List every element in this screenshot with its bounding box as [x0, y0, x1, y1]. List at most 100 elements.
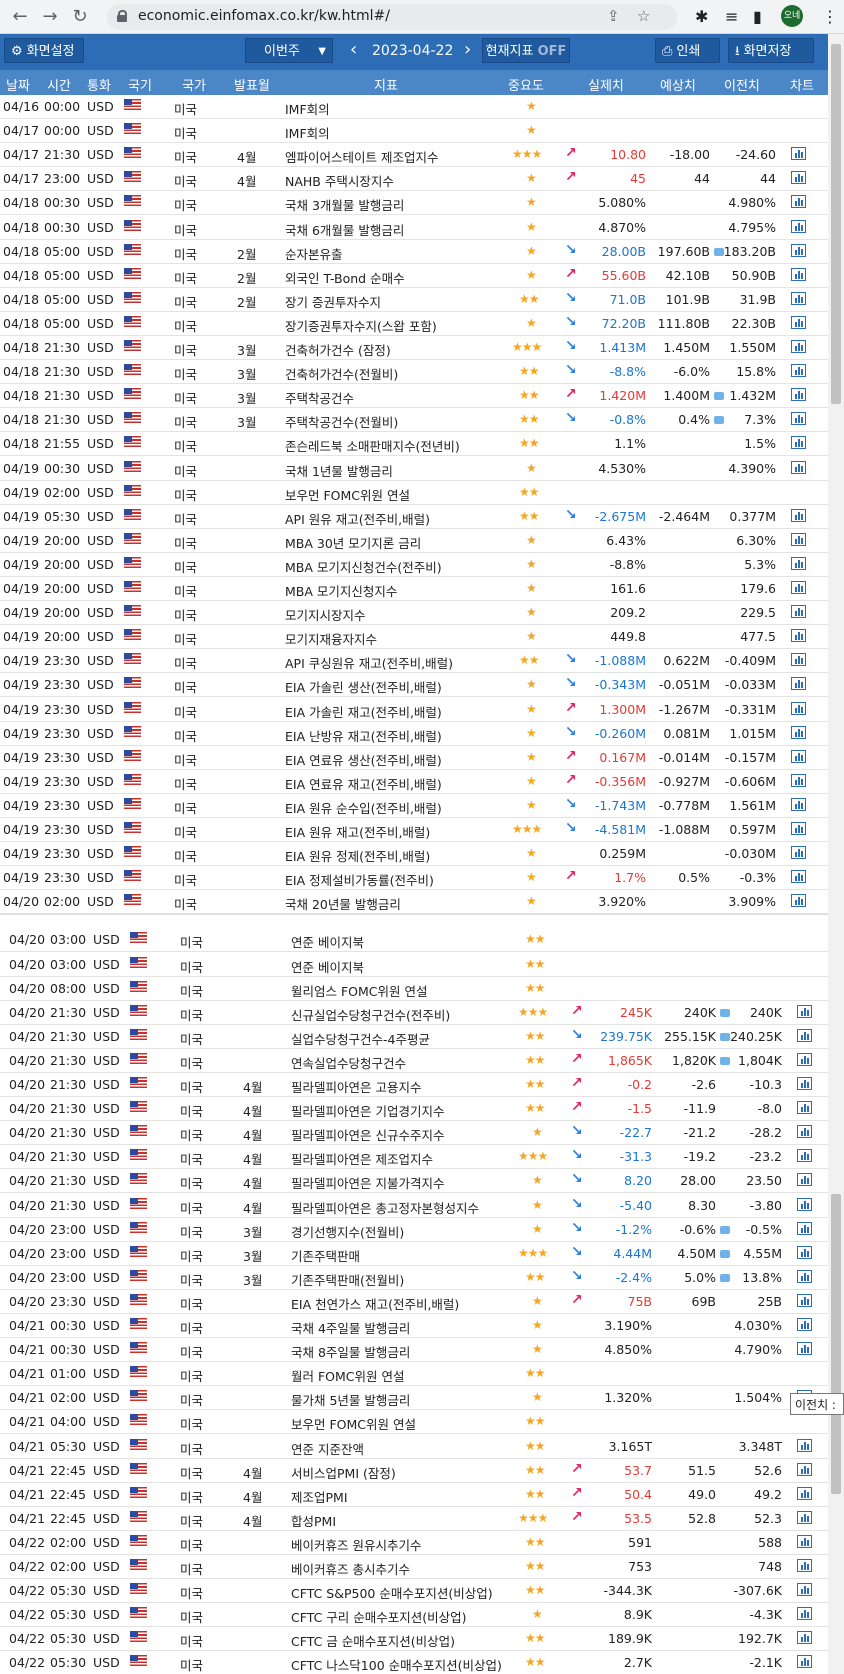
chart-icon[interactable] [797, 1028, 812, 1042]
col-date[interactable]: 날짜 [6, 75, 30, 94]
chart-icon[interactable] [791, 219, 806, 233]
table-row[interactable]: 04/16 00:00 USD 미국 IMF회의 ★ [0, 95, 828, 119]
chart-icon[interactable] [791, 894, 806, 908]
table-row[interactable]: 04/19 23:30 USD 미국 API 쿠싱원유 재고(전주비,배럴) ★★ ↘ -1.… [0, 649, 828, 674]
chart-icon[interactable] [791, 629, 806, 643]
table-row[interactable]: 04/20 21:30 USD 미국 연속실업수당청구건수 ★★ ↗ 1,865K 1,820K… [0, 1049, 828, 1073]
table-row[interactable]: 04/20 21:30 USD 미국 4월 필라델피아연은 기업경기지수 ★★ ↗ -1.5 -1… [0, 1097, 828, 1122]
back-icon[interactable]: ← [8, 6, 32, 28]
chart-icon[interactable] [791, 436, 806, 450]
chart-icon[interactable] [791, 605, 806, 619]
share-icon[interactable]: ⇪ [607, 7, 620, 25]
comment-bubble-icon[interactable] [720, 1249, 730, 1258]
table-row[interactable]: 04/18 21:55 USD 미국 존슨레드북 소매판매지수(전년비) ★★ 1.1% 1.… [0, 432, 828, 457]
col-actual[interactable]: 실제치 [588, 75, 624, 94]
table-row[interactable]: 04/17 00:00 USD 미국 IMF회의 ★ [0, 119, 828, 144]
comment-bubble-icon[interactable] [720, 1273, 730, 1282]
col-chart[interactable]: 차트 [790, 75, 814, 94]
col-time[interactable]: 시간 [47, 75, 71, 94]
table-row[interactable]: 04/19 20:00 USD 미국 MBA 모기지신청건수(전주비) ★ -8.8% 5.3… [0, 553, 828, 577]
table-row[interactable]: 04/21 04:00 USD 미국 보우먼 FOMC위원 연설 ★★ [0, 1410, 828, 1435]
table-row[interactable]: 04/19 23:30 USD 미국 EIA 원유 순수입(전주비,배럴) ★ ↘ -1.74… [0, 794, 828, 818]
side-panel-icon[interactable]: ▮ [753, 7, 762, 26]
chart-icon[interactable] [797, 1269, 812, 1283]
chart-icon[interactable] [797, 1462, 812, 1476]
table-row[interactable]: 04/19 20:00 USD 미국 모기지시장지수 ★ 209.2 229.5 [0, 601, 828, 626]
table-row[interactable]: 04/21 05:30 USD 미국 연준 지준잔액 ★★ 3.165T 3.348T [0, 1435, 828, 1459]
chart-icon[interactable] [791, 243, 806, 257]
next-date-button[interactable]: › [464, 40, 471, 60]
menu-icon[interactable]: ⋮ [822, 7, 838, 26]
chart-icon[interactable] [791, 749, 806, 763]
table-row[interactable]: 04/20 23:00 USD 미국 3월 경기선행지수(전월비) ★ ↘ -1.2% -0.6%… [0, 1218, 828, 1242]
table-row[interactable]: 04/18 21:30 USD 미국 3월 건축허가건수(전월비) ★★ ↘ -8.8% -6.0… [0, 360, 828, 385]
table-row[interactable]: 04/19 20:00 USD 미국 모기지재융자지수 ★ 449.8 477.5 [0, 625, 828, 650]
table-row[interactable]: 04/22 05:30 USD 미국 CFTC S&P500 순매수포지션(비상업) ★★… [0, 1579, 828, 1604]
table-row[interactable]: 04/19 00:30 USD 미국 국채 1년물 발행금리 ★ 4.530% 4.390% [0, 457, 828, 481]
table-row[interactable]: 04/20 21:30 USD 미국 실업수당청구건수-4주평균 ★★ ↘ 239.75K 25… [0, 1025, 828, 1049]
extensions-icon[interactable]: ✱ [695, 7, 708, 26]
chart-icon[interactable] [791, 195, 806, 209]
chart-icon[interactable] [797, 1342, 812, 1356]
chart-icon[interactable] [791, 556, 806, 570]
table-row[interactable]: 04/18 05:00 USD 미국 장기증권투자수지(스왑 포함) ★ ↘ 72.20B 11… [0, 312, 828, 336]
table-row[interactable]: 04/21 01:00 USD 미국 월러 FOMC위원 연설 ★★ [0, 1362, 828, 1387]
chart-icon[interactable] [797, 1125, 812, 1139]
chart-icon[interactable] [791, 171, 806, 185]
comment-bubble-icon[interactable] [720, 1032, 730, 1041]
chart-icon[interactable] [791, 581, 806, 594]
chart-icon[interactable] [797, 1486, 812, 1500]
profile-avatar[interactable]: 오네 [781, 5, 803, 27]
comment-bubble-icon[interactable] [714, 247, 724, 256]
table-row[interactable]: 04/22 05:30 USD 미국 CFTC 나스닥100 순매수포지션(비상업) ★★… [0, 1651, 828, 1674]
table-row[interactable]: 04/18 05:00 USD 미국 2월 외국인 T-Bond 순매수 ★ ↗ 55.60B 4… [0, 264, 828, 288]
table-row[interactable]: 04/20 23:00 USD 미국 3월 기존주택판매(전월비) ★★ ↘ -2.4% 5.0%… [0, 1266, 828, 1290]
scroll-thumb[interactable] [831, 44, 841, 404]
table-row[interactable]: 04/18 05:00 USD 미국 2월 장기 증권투자수지 ★★ ↘ 71.0B 101.9B… [0, 288, 828, 312]
table-row[interactable]: 04/18 00:30 USD 미국 국채 3개월물 발행금리 ★ 5.080% 4.980% [0, 191, 828, 216]
table-row[interactable]: 04/19 23:30 USD 미국 EIA 원유 재고(전주비,배럴) ★★★ ↘ -4.5… [0, 818, 828, 842]
comment-bubble-icon[interactable] [714, 416, 724, 425]
table-row[interactable]: 04/20 21:30 USD 미국 4월 필라델피아연은 고용지수 ★★ ↗ -0.2 -2.6… [0, 1073, 828, 1097]
chart-icon[interactable] [791, 822, 806, 835]
table-row[interactable]: 04/19 02:00 USD 미국 보우먼 FOMC위원 연설 ★★ [0, 481, 828, 505]
chart-icon[interactable] [797, 1173, 812, 1187]
chart-icon[interactable] [797, 1607, 812, 1621]
table-row[interactable]: 04/19 20:00 USD 미국 MBA 30년 모기지론 금리 ★ 6.43% 6.30… [0, 529, 828, 553]
chart-icon[interactable] [791, 508, 806, 522]
chart-icon[interactable] [797, 1559, 812, 1572]
chart-icon[interactable] [797, 1221, 812, 1235]
comment-bubble-icon[interactable] [720, 1225, 730, 1234]
chart-icon[interactable] [791, 797, 806, 811]
table-row[interactable]: 04/20 08:00 USD 미국 윌리엄스 FOMC위원 연설 ★★ [0, 977, 828, 1001]
table-row[interactable]: 04/17 21:30 USD 미국 4월 엠파이어스테이트 제조업지수 ★★★ ↗ 10.80… [0, 143, 828, 168]
table-row[interactable]: 04/21 22:45 USD 미국 4월 서비스업PMI (잠정) ★★ ↗ 53.7 51.5… [0, 1459, 828, 1483]
table-row[interactable]: 04/19 20:00 USD 미국 MBA 모기지신청지수 ★ 161.6 179.6 [0, 577, 828, 601]
current-indicator-toggle[interactable]: 현재지표 OFF [482, 38, 570, 63]
chart-icon[interactable] [791, 267, 806, 281]
vertical-scrollbar[interactable] [828, 34, 844, 1674]
chart-icon[interactable] [797, 1197, 812, 1211]
col-previous[interactable]: 이전치 [724, 75, 760, 94]
chart-icon[interactable] [791, 460, 806, 474]
chart-icon[interactable] [797, 1004, 812, 1018]
table-row[interactable]: 04/20 21:30 USD 미국 4월 필라델피아연은 제조업지수 ★★★ ↘ -31.3 -… [0, 1145, 828, 1170]
table-row[interactable]: 04/19 23:30 USD 미국 EIA 난방유 재고(전주비,배럴) ★ ↘ -0.26… [0, 722, 828, 746]
chart-icon[interactable] [791, 725, 806, 739]
table-row[interactable]: 04/18 21:30 USD 미국 3월 건축허가건수 (잠정) ★★★ ↘ 1.413M 1.… [0, 336, 828, 360]
chart-icon[interactable] [791, 412, 806, 426]
table-row[interactable]: 04/21 00:30 USD 미국 국채 8주일물 발행금리 ★ 4.850% 4.790% [0, 1338, 828, 1363]
table-row[interactable]: 04/20 21:30 USD 미국 신규실업수당청구건수(전주비) ★★★ ↗ 245K 24… [0, 1001, 828, 1025]
table-row[interactable]: 04/19 23:30 USD 미국 EIA 연료유 생산(전주비,배럴) ★ ↗ 0.167… [0, 746, 828, 770]
chart-icon[interactable] [797, 1149, 812, 1163]
table-row[interactable]: 04/19 23:30 USD 미국 EIA 원유 정제(전주비,배럴) ★ 0.259M -… [0, 842, 828, 867]
chart-icon[interactable] [791, 677, 806, 691]
scroll-thumb[interactable] [831, 1194, 841, 1494]
chart-icon[interactable] [797, 1583, 812, 1597]
table-row[interactable]: 04/20 03:00 USD 미국 연준 베이지북 ★★ [0, 928, 828, 953]
chart-icon[interactable] [791, 388, 806, 402]
chart-icon[interactable] [797, 1245, 812, 1259]
table-row[interactable]: 04/20 23:30 USD 미국 EIA 천연가스 재고(전주비,배럴) ★ ↗ 75B 6… [0, 1290, 828, 1314]
col-importance[interactable]: 중요도 [508, 75, 544, 94]
chart-icon[interactable] [791, 315, 806, 329]
